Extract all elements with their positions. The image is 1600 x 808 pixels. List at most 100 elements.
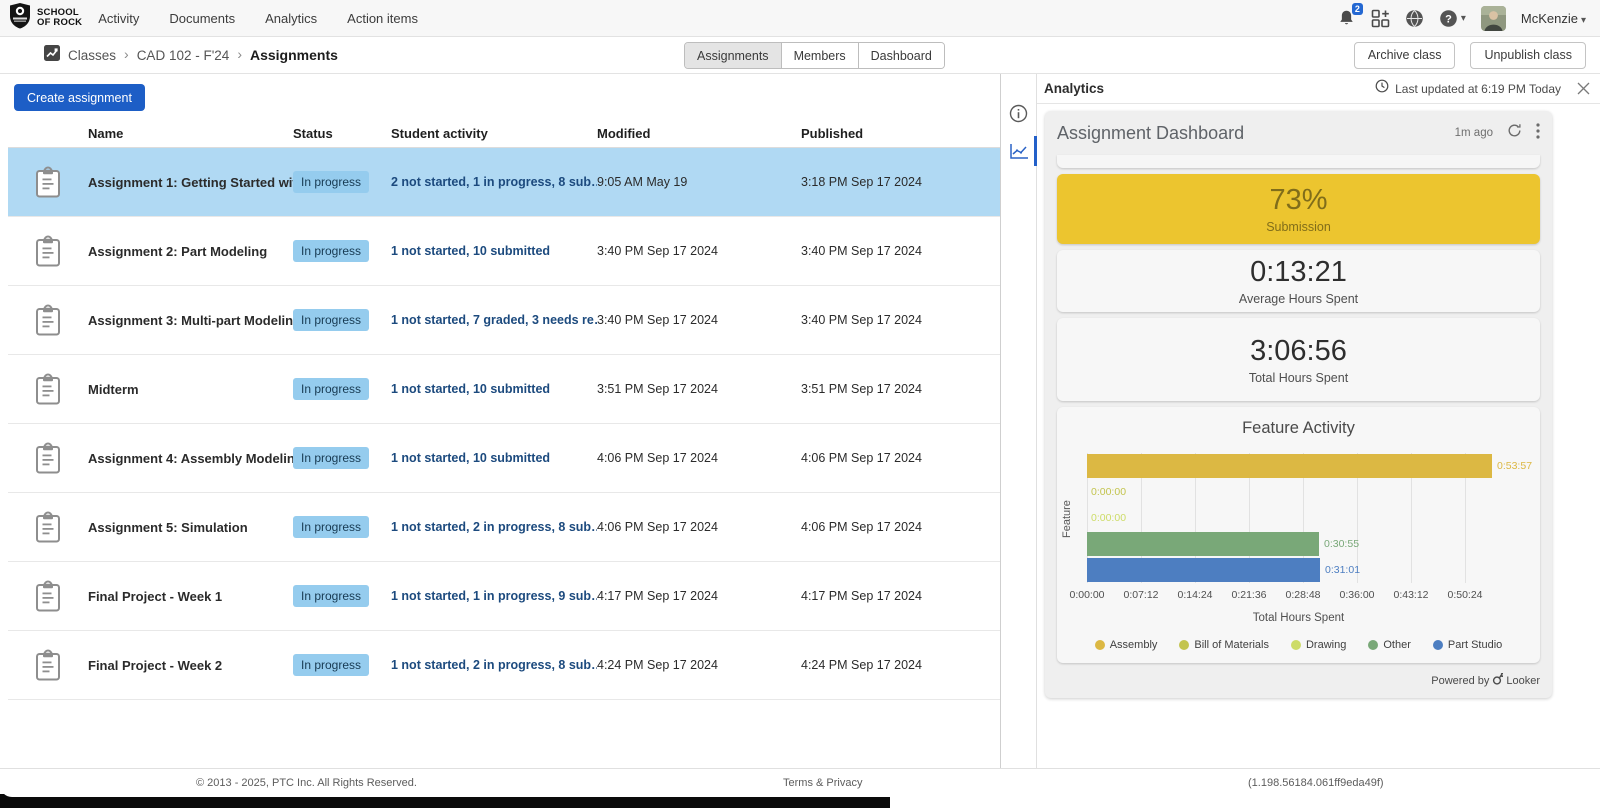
status-cell: In progress: [293, 240, 391, 262]
legend-item-assembly[interactable]: Assembly: [1095, 639, 1158, 651]
analytics-chart-icon[interactable]: [1001, 138, 1037, 164]
published-date: 4:06 PM Sep 17 2024: [801, 520, 1000, 534]
bar-other[interactable]: [1087, 532, 1319, 556]
globe-icon[interactable]: [1405, 9, 1424, 28]
breadcrumb: Classes CAD 102 - F'24 Assignments: [44, 45, 338, 66]
side-icon-strip: [1001, 74, 1037, 768]
assignment-clipboard-icon: [8, 649, 88, 681]
breadcrumb-current: Assignments: [250, 47, 338, 63]
legend-dot: [1368, 640, 1378, 650]
assignment-row[interactable]: Assignment 4: Assembly ModelingIn progre…: [8, 424, 1000, 493]
nav-analytics[interactable]: Analytics: [265, 11, 317, 26]
assignment-name: Assignment 1: Getting Started with…: [88, 175, 293, 190]
status-cell: In progress: [293, 585, 391, 607]
nav-documents[interactable]: Documents: [169, 11, 235, 26]
status-cell: In progress: [293, 654, 391, 676]
x-axis-ticks: 0:00:000:07:120:14:240:21:360:28:480:36:…: [1087, 589, 1539, 602]
clock-icon: [1375, 79, 1389, 98]
student-activity-link[interactable]: 1 not started, 10 submitted: [391, 244, 550, 258]
create-assignment-button[interactable]: Create assignment: [14, 84, 145, 111]
kpi-average-hours: 0:13:21 Average Hours Spent: [1057, 250, 1540, 312]
kpi-value: 0:13:21: [1250, 256, 1347, 289]
x-tick-label: 0:00:00: [1069, 589, 1104, 601]
assignment-row[interactable]: Assignment 5: SimulationIn progress1 not…: [8, 493, 1000, 562]
student-activity-link[interactable]: 1 not started, 2 in progress, 8 sub…: [391, 520, 597, 534]
assignment-row[interactable]: Assignment 3: Multi-part ModelingIn prog…: [8, 286, 1000, 355]
status-badge: In progress: [293, 309, 369, 331]
column-header-status: Status: [293, 126, 391, 141]
student-activity-link[interactable]: 1 not started, 7 graded, 3 needs re…: [391, 313, 597, 327]
legend-item-part-studio[interactable]: Part Studio: [1433, 639, 1502, 651]
status-badge: In progress: [293, 240, 369, 262]
assignment-clipboard-icon: [8, 166, 88, 198]
terms-privacy-link[interactable]: Terms & Privacy: [783, 777, 862, 789]
breadcrumb-classes[interactable]: Classes: [68, 48, 116, 63]
student-activity-link[interactable]: 1 not started, 2 in progress, 8 sub…: [391, 658, 597, 672]
assignment-name: Assignment 4: Assembly Modeling: [88, 451, 293, 466]
assignment-name: Assignment 5: Simulation: [88, 520, 293, 535]
bar-value-label: 0:53:57: [1497, 460, 1532, 472]
legend-item-bill-of-materials[interactable]: Bill of Materials: [1179, 639, 1269, 651]
legend-label: Part Studio: [1448, 639, 1502, 651]
modified-date: 3:40 PM Sep 17 2024: [597, 244, 801, 258]
kpi-value: 3:06:56: [1250, 335, 1347, 368]
kebab-menu-icon[interactable]: [1536, 123, 1540, 144]
class-view-tabs: Assignments Members Dashboard: [684, 42, 945, 69]
bar-value-label: 0:00:00: [1091, 486, 1126, 498]
assignment-clipboard-icon: [8, 442, 88, 474]
tab-assignments[interactable]: Assignments: [685, 43, 782, 68]
app-window: SCHOOLOF ROCK Activity Documents Analyti…: [0, 0, 1600, 808]
status-badge: In progress: [293, 654, 369, 676]
tab-members[interactable]: Members: [782, 43, 859, 68]
user-menu[interactable]: McKenzie: [1521, 11, 1586, 26]
logo-text: SCHOOLOF ROCK: [37, 8, 82, 29]
assignment-name: Assignment 2: Part Modeling: [88, 244, 293, 259]
legend-label: Drawing: [1306, 639, 1346, 651]
chart-y-axis-label: Feature: [1061, 471, 1073, 567]
x-tick-label: 0:50:24: [1447, 589, 1482, 601]
assignment-clipboard-icon: [8, 304, 88, 336]
kpi-total-hours: 3:06:56 Total Hours Spent: [1057, 318, 1540, 401]
close-icon[interactable]: [1577, 82, 1590, 95]
breadcrumb-class-name[interactable]: CAD 102 - F'24: [137, 48, 230, 63]
column-header-name: Name: [88, 126, 293, 141]
topbar-right: 2 ?: [1337, 6, 1586, 31]
kpi-label: Submission: [1266, 220, 1331, 234]
assignment-row[interactable]: Assignment 2: Part ModelingIn progress 1 …: [8, 217, 1000, 286]
assignment-row[interactable]: MidtermIn progress1 not started, 10 subm…: [8, 355, 1000, 424]
student-activity-link[interactable]: 1 not started, 10 submitted: [391, 382, 550, 396]
looker-logo-icon: [1492, 673, 1503, 688]
nav-activity[interactable]: Activity: [98, 11, 139, 26]
chart-title: Feature Activity: [1057, 407, 1540, 438]
student-activity-link[interactable]: 1 not started, 10 submitted: [391, 451, 550, 465]
assignment-row[interactable]: Assignment 1: Getting Started with…In pr…: [8, 148, 1000, 217]
published-date: 3:18 PM Sep 17 2024: [801, 175, 1000, 189]
modified-date: 4:17 PM Sep 17 2024: [597, 589, 801, 603]
assignment-row[interactable]: Final Project - Week 1In progress1 not s…: [8, 562, 1000, 631]
student-activity-link[interactable]: 1 not started, 1 in progress, 9 sub…: [391, 589, 597, 603]
assignments-table: Name Status Student activity Modified Pu…: [8, 120, 1000, 700]
archive-class-button[interactable]: Archive class: [1354, 42, 1456, 69]
tab-dashboard[interactable]: Dashboard: [859, 43, 944, 68]
apps-grid-icon[interactable]: [1371, 9, 1390, 28]
modified-date: 4:06 PM Sep 17 2024: [597, 451, 801, 465]
assignment-row[interactable]: Final Project - Week 2In progress 1 not s…: [8, 631, 1000, 700]
legend-item-other[interactable]: Other: [1368, 639, 1411, 651]
column-header-published: Published: [801, 126, 1000, 141]
help-icon[interactable]: ?: [1439, 9, 1466, 28]
nav-action-items[interactable]: Action items: [347, 11, 418, 26]
refreshed-label: 1m ago: [1455, 127, 1493, 139]
legend-item-drawing[interactable]: Drawing: [1291, 639, 1346, 651]
notifications-bell-icon[interactable]: 2: [1337, 9, 1356, 28]
legend-label: Bill of Materials: [1194, 639, 1269, 651]
assignment-name: Final Project - Week 1: [88, 589, 293, 604]
student-activity-link[interactable]: 2 not started, 1 in progress, 8 sub…: [391, 175, 597, 189]
bar-assembly[interactable]: [1087, 454, 1492, 478]
refresh-icon[interactable]: [1507, 123, 1522, 143]
info-icon[interactable]: [1001, 100, 1037, 126]
user-avatar[interactable]: [1481, 6, 1506, 31]
assignment-name: Final Project - Week 2: [88, 658, 293, 673]
unpublish-class-button[interactable]: Unpublish class: [1470, 42, 1586, 69]
school-of-rock-logo[interactable]: SCHOOLOF ROCK: [8, 2, 82, 34]
bar-part-studio[interactable]: [1087, 558, 1320, 582]
